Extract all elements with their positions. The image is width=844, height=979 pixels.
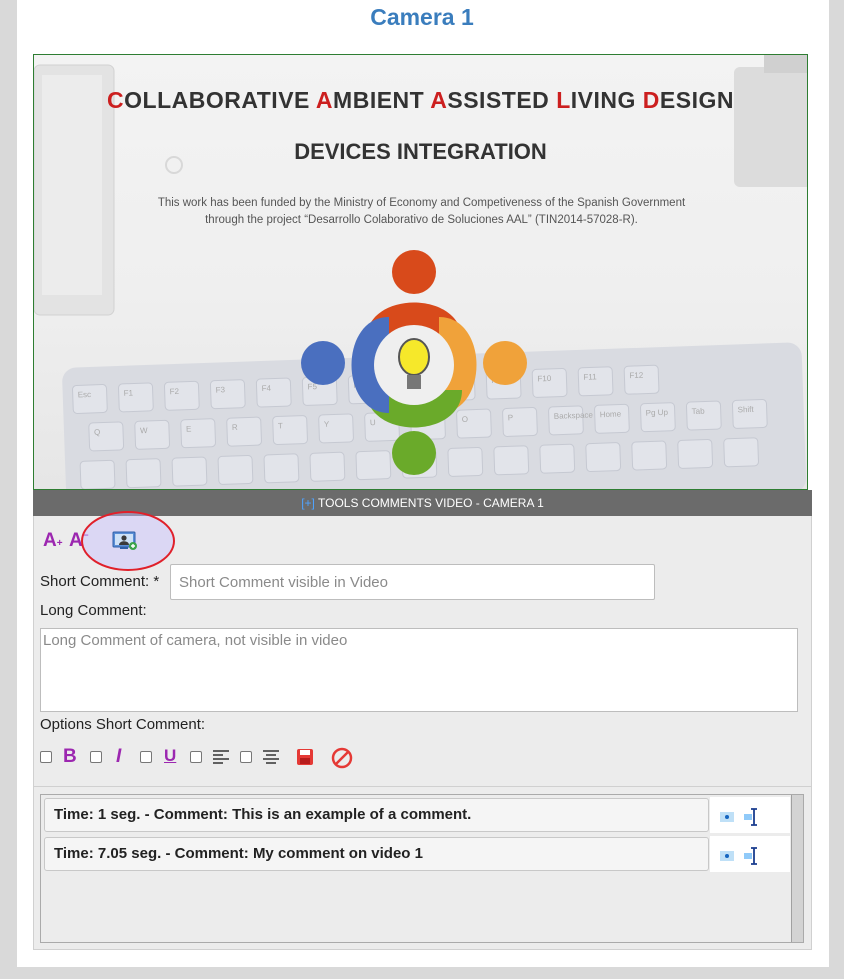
video-title-line2: DEVICES INTEGRATION bbox=[294, 139, 547, 164]
keyboard-key bbox=[723, 437, 759, 468]
keyboard-key-label: E bbox=[186, 424, 192, 433]
long-comment-label: Long Comment: bbox=[40, 602, 147, 619]
keyboard-key-label: F4 bbox=[261, 384, 271, 393]
keyboard-key-label: Y bbox=[324, 420, 330, 429]
comment-row[interactable]: Time: 7.05 seg. - Comment: My comment on… bbox=[44, 837, 709, 871]
keyboard-key bbox=[309, 451, 346, 482]
long-comment-textarea[interactable] bbox=[40, 628, 798, 712]
keyboard-key bbox=[125, 458, 162, 489]
keyboard-key-label: W bbox=[140, 426, 148, 435]
keyboard-key-label: F11 bbox=[583, 372, 597, 381]
keyboard-key bbox=[355, 450, 392, 481]
keyboard-key bbox=[447, 446, 484, 477]
keyboard-key bbox=[585, 442, 622, 473]
edit-icon[interactable] bbox=[744, 808, 760, 826]
comment-row-actions bbox=[710, 797, 790, 833]
keyboard-key-label: R bbox=[232, 423, 238, 432]
keyboard-key bbox=[539, 443, 576, 474]
video-title-line1: COLLABORATIVE AMBIENT ASSISTED LIVING DE… bbox=[34, 87, 807, 114]
video-funding-text: This work has been funded by the Ministr… bbox=[94, 195, 749, 229]
bold-icon[interactable]: B bbox=[63, 746, 77, 768]
font-increase-sup: + bbox=[56, 538, 63, 549]
video-title-part: D bbox=[642, 87, 660, 113]
keyboard-key-label: Esc bbox=[78, 390, 92, 399]
keyboard-key-label: F12 bbox=[629, 371, 644, 380]
expand-toggle[interactable]: [+] bbox=[301, 496, 315, 510]
keyboard-key-label: F3 bbox=[215, 385, 225, 394]
camera-title: Camera 1 bbox=[370, 4, 474, 30]
video-background: EscF1F2F3F4F5F6F7F8F9F10F11F12QWERTYUIOP… bbox=[34, 55, 807, 489]
keyboard-key-label: O bbox=[462, 415, 469, 424]
screen-capture-button[interactable] bbox=[112, 530, 138, 552]
comment-row[interactable]: Time: 1 seg. - Comment: This is an examp… bbox=[44, 798, 709, 832]
short-comment-label: Short Comment: * bbox=[40, 573, 160, 590]
keyboard-key bbox=[171, 456, 208, 487]
short-comment-input[interactable] bbox=[170, 564, 655, 600]
keyboard-key-label: Pg Up bbox=[646, 408, 669, 418]
keyboard-key-label: T bbox=[278, 421, 283, 430]
video-title-part: L bbox=[556, 87, 571, 113]
keyboard-key bbox=[493, 445, 530, 476]
edit-icon[interactable] bbox=[744, 847, 760, 865]
divider bbox=[33, 786, 812, 787]
view-icon[interactable] bbox=[720, 811, 734, 823]
keyboard-key-label: Backspace bbox=[554, 410, 594, 420]
keyboard-key-label: P bbox=[508, 413, 514, 422]
keyboard-key-label: F2 bbox=[170, 387, 180, 396]
italic-checkbox[interactable] bbox=[90, 751, 102, 763]
funding-line2: through the project “Desarrollo Colabora… bbox=[205, 214, 638, 226]
align-left-checkbox[interactable] bbox=[190, 751, 202, 763]
keyboard-key-label: U bbox=[370, 418, 376, 427]
cancel-icon[interactable] bbox=[331, 747, 353, 769]
view-icon[interactable] bbox=[720, 850, 734, 862]
video-player[interactable]: EscF1F2F3F4F5F6F7F8F9F10F11F12QWERTYUIOP… bbox=[33, 54, 808, 490]
align-center-checkbox[interactable] bbox=[240, 751, 252, 763]
underline-icon[interactable]: U bbox=[164, 746, 176, 766]
funding-line1: This work has been funded by the Ministr… bbox=[157, 197, 686, 209]
keyboard-key bbox=[677, 438, 714, 469]
keyboard-key bbox=[631, 440, 668, 471]
underline-checkbox[interactable] bbox=[140, 751, 152, 763]
video-title-part: MBIENT bbox=[333, 87, 431, 113]
comments-scrollbar[interactable] bbox=[791, 795, 803, 942]
keyboard-key-label: Shift bbox=[738, 405, 755, 415]
keyboard-key bbox=[79, 459, 116, 489]
options-short-comment-label: Options Short Comment: bbox=[40, 716, 206, 733]
screen-capture-icon bbox=[112, 531, 137, 550]
video-title-part: OLLABORATIVE bbox=[124, 87, 316, 113]
keyboard-key-label: Home bbox=[600, 409, 622, 419]
keyboard-key bbox=[263, 453, 300, 484]
video-title-part: IVING bbox=[570, 87, 643, 113]
align-left-icon[interactable] bbox=[212, 749, 230, 765]
video-title-part: SSISTED bbox=[447, 87, 557, 113]
italic-icon[interactable]: I bbox=[116, 746, 121, 768]
save-icon[interactable] bbox=[296, 748, 314, 766]
keyboard-key-label: F10 bbox=[537, 374, 552, 383]
video-title-part: C bbox=[107, 87, 125, 113]
video-title-part: ESIGN bbox=[659, 87, 734, 113]
keyboard-key-label: Tab bbox=[692, 407, 706, 416]
comment-row-actions bbox=[710, 836, 790, 872]
keyboard-key-label: F1 bbox=[124, 388, 134, 397]
video-title-part: A bbox=[430, 87, 448, 113]
align-center-icon[interactable] bbox=[262, 749, 280, 765]
keyboard-key-label: Q bbox=[94, 428, 101, 437]
font-increase-button[interactable]: A+ bbox=[43, 530, 63, 552]
tools-comments-header[interactable]: [+] TOOLS COMMENTS VIDEO - CAMERA 1 bbox=[33, 490, 812, 516]
bold-checkbox[interactable] bbox=[40, 751, 52, 763]
font-increase-label: A bbox=[43, 530, 57, 551]
keyboard-key bbox=[217, 455, 254, 485]
tools-header-label: TOOLS COMMENTS VIDEO - CAMERA 1 bbox=[314, 496, 544, 510]
video-title-part: A bbox=[315, 87, 334, 113]
